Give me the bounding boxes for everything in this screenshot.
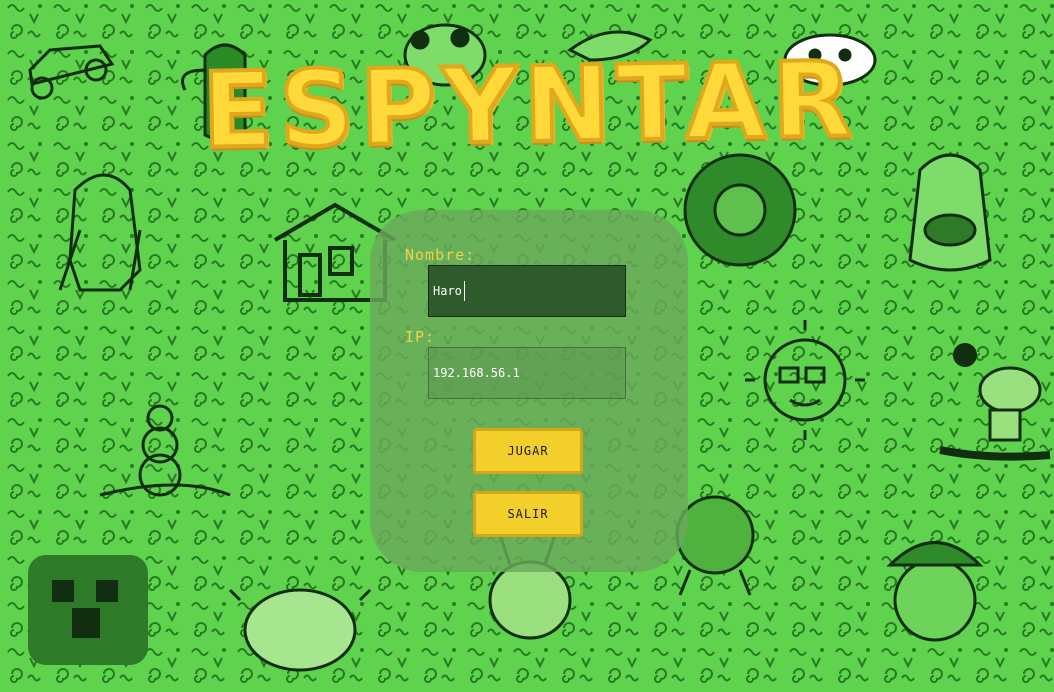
creeper-doodle <box>28 555 148 665</box>
kirby-doodle <box>886 541 984 642</box>
game-title-logo: ESPYNTAR <box>199 36 861 173</box>
ip-input[interactable]: 192.168.56.1 <box>428 347 626 399</box>
play-button[interactable]: JUGAR <box>473 428 583 474</box>
name-label: Nombre: <box>405 246 476 264</box>
ip-label: IP: <box>405 328 436 346</box>
name-input-value: Haro <box>433 284 462 298</box>
text-caret <box>463 281 465 301</box>
small-sun-doodle <box>953 343 977 367</box>
flower-doodle <box>683 153 797 267</box>
name-input[interactable]: Haro <box>428 265 626 317</box>
cartoon-man-doodle <box>908 153 992 272</box>
exit-button[interactable]: SALIR <box>473 491 583 537</box>
ip-input-value: 192.168.56.1 <box>433 366 520 380</box>
